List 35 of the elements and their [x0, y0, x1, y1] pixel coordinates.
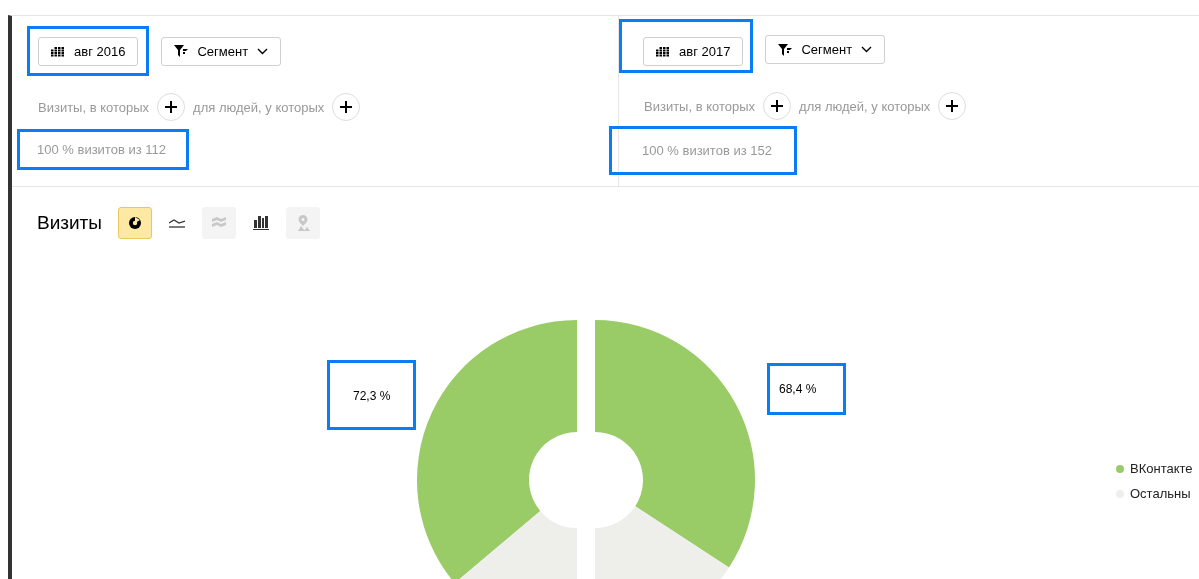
- segment-dropdown[interactable]: Сегмент: [765, 35, 886, 64]
- plus-icon: [164, 100, 179, 114]
- report-title: Визиты: [37, 212, 102, 234]
- map-pin-icon: [296, 215, 310, 231]
- filter-icon: [174, 45, 189, 57]
- add-condition-button[interactable]: [763, 92, 792, 120]
- calendar-grid-icon: [656, 46, 670, 57]
- add-condition-button[interactable]: [938, 92, 967, 120]
- plus-icon: [770, 99, 785, 113]
- segment-dropdown[interactable]: Сегмент: [161, 36, 282, 66]
- calendar-grid-icon: [51, 46, 65, 57]
- chart-type-button[interactable]: [118, 207, 152, 239]
- date-button[interactable]: авг 2017: [643, 37, 744, 66]
- plus-icon: [945, 99, 960, 113]
- condition-label: Визиты, в которых: [38, 99, 150, 115]
- data-label: 72,3 %: [353, 389, 391, 403]
- data-label: 68,4 %: [779, 382, 817, 396]
- add-condition-button[interactable]: [157, 93, 186, 121]
- condition-label: для людей, у которых: [799, 98, 931, 114]
- visits-summary: 100 % визитов из 112: [37, 142, 166, 157]
- visits-summary: 100 % визитов из 152: [642, 143, 772, 158]
- condition-label: Визиты, в которых: [644, 98, 756, 114]
- legend-label: ВКонтакте: [1130, 461, 1193, 476]
- filter-icon: [778, 43, 793, 56]
- legend-label: Остальны: [1130, 486, 1191, 501]
- chevron-down-icon: [861, 46, 873, 53]
- chevron-down-icon: [257, 47, 269, 55]
- pie-chart-icon: [128, 216, 142, 230]
- line-chart-icon: [169, 218, 185, 228]
- area-chart-icon: [212, 217, 226, 229]
- add-condition-button[interactable]: [332, 93, 361, 121]
- condition-label: для людей, у которых: [193, 99, 325, 115]
- bar-chart-icon: [253, 216, 269, 230]
- plus-icon: [339, 100, 354, 114]
- date-button[interactable]: авг 2016: [38, 37, 139, 66]
